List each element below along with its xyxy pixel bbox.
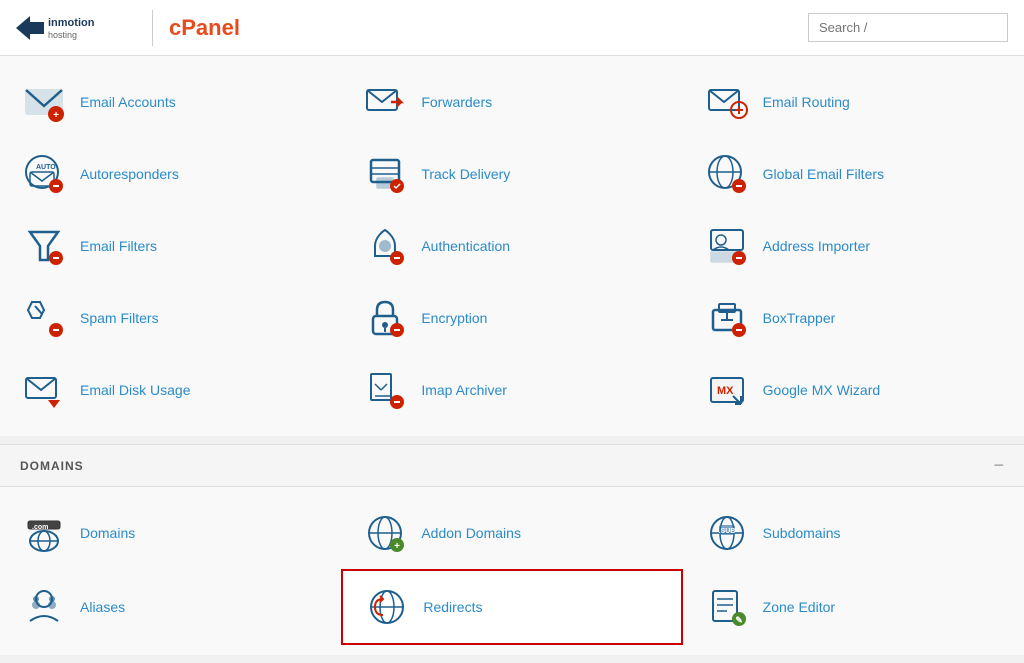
- authentication-icon: [361, 222, 409, 270]
- autoresponders-icon: AUTO: [20, 150, 68, 198]
- email-filters-icon: [20, 222, 68, 270]
- logo-area: inmotion hosting cPanel: [16, 10, 240, 46]
- svg-text:.SUB: .SUB: [718, 528, 735, 535]
- subdomains-item[interactable]: .SUB Subdomains: [683, 497, 1024, 569]
- svg-text:hosting: hosting: [48, 30, 77, 40]
- domains-icon: .com: [20, 509, 68, 557]
- forwarders-label: Forwarders: [421, 94, 492, 110]
- redirects-item[interactable]: Redirects: [341, 569, 682, 645]
- global-email-filters-icon: [703, 150, 751, 198]
- track-delivery-icon: [361, 150, 409, 198]
- encryption-item[interactable]: Encryption: [341, 282, 682, 354]
- address-importer-icon: [703, 222, 751, 270]
- zone-editor-label: Zone Editor: [763, 599, 835, 615]
- svg-text:AUTO: AUTO: [36, 164, 56, 171]
- svg-text:inmotion: inmotion: [48, 17, 95, 29]
- email-accounts-item[interactable]: + Email Accounts: [0, 66, 341, 138]
- imap-archiver-label: Imap Archiver: [421, 382, 507, 398]
- svg-text:+: +: [53, 110, 59, 121]
- redirects-label: Redirects: [423, 599, 482, 615]
- top-bar: inmotion hosting cPanel: [0, 0, 1024, 56]
- svg-text:.com: .com: [32, 524, 48, 531]
- spam-filters-item[interactable]: Spam Filters: [0, 282, 341, 354]
- zone-editor-item[interactable]: ✎ Zone Editor: [683, 569, 1024, 645]
- svg-text:+: +: [394, 541, 400, 552]
- redirects-icon: [363, 583, 411, 631]
- global-email-filters-item[interactable]: Global Email Filters: [683, 138, 1024, 210]
- address-importer-label: Address Importer: [763, 238, 870, 254]
- track-delivery-label: Track Delivery: [421, 166, 510, 182]
- autoresponders-item[interactable]: AUTO Autoresponders: [0, 138, 341, 210]
- email-accounts-label: Email Accounts: [80, 94, 176, 110]
- email-routing-item[interactable]: Email Routing: [683, 66, 1024, 138]
- google-mx-wizard-item[interactable]: MX Google MX Wizard: [683, 354, 1024, 426]
- subdomains-label: Subdomains: [763, 525, 841, 541]
- inmotion-logo: inmotion hosting: [16, 10, 153, 46]
- boxtrapper-label: BoxTrapper: [763, 310, 836, 326]
- google-mx-wizard-icon: MX: [703, 366, 751, 414]
- boxtrapper-item[interactable]: BoxTrapper: [683, 282, 1024, 354]
- domains-section-title: DOMAINS: [20, 459, 84, 473]
- zone-editor-icon: ✎: [703, 583, 751, 631]
- email-disk-usage-icon: [20, 366, 68, 414]
- search-input[interactable]: [808, 13, 1008, 42]
- inmotion-logo-svg: inmotion hosting: [16, 10, 136, 46]
- forwarders-icon: [361, 78, 409, 126]
- cpanel-logo: cPanel: [153, 15, 240, 41]
- boxtrapper-icon: [703, 294, 751, 342]
- encryption-icon: [361, 294, 409, 342]
- aliases-icon: [20, 583, 68, 631]
- global-email-filters-label: Global Email Filters: [763, 166, 884, 182]
- spam-filters-icon: [20, 294, 68, 342]
- email-accounts-icon: +: [20, 78, 68, 126]
- email-disk-usage-item[interactable]: Email Disk Usage: [0, 354, 341, 426]
- forwarders-item[interactable]: Forwarders: [341, 66, 682, 138]
- authentication-item[interactable]: Authentication: [341, 210, 682, 282]
- search-area[interactable]: [808, 13, 1008, 42]
- encryption-label: Encryption: [421, 310, 487, 326]
- domains-collapse-button[interactable]: −: [993, 455, 1004, 476]
- aliases-item[interactable]: Aliases: [0, 569, 341, 645]
- svg-text:✎: ✎: [735, 615, 743, 625]
- email-filters-item[interactable]: Email Filters: [0, 210, 341, 282]
- email-items-grid: + Email Accounts Forwarders: [0, 56, 1024, 436]
- main-content: + Email Accounts Forwarders: [0, 56, 1024, 655]
- domains-label: Domains: [80, 525, 135, 541]
- address-importer-item[interactable]: Address Importer: [683, 210, 1024, 282]
- domains-section-header: DOMAINS −: [0, 444, 1024, 487]
- svg-text:MX: MX: [717, 385, 734, 397]
- spam-filters-label: Spam Filters: [80, 310, 159, 326]
- email-section: + Email Accounts Forwarders: [0, 56, 1024, 436]
- cpanel-text: cPanel: [169, 15, 240, 40]
- imap-archiver-item[interactable]: Imap Archiver: [341, 354, 682, 426]
- google-mx-wizard-label: Google MX Wizard: [763, 382, 880, 398]
- track-delivery-item[interactable]: Track Delivery: [341, 138, 682, 210]
- email-routing-label: Email Routing: [763, 94, 850, 110]
- domains-item[interactable]: .com Domains: [0, 497, 341, 569]
- email-disk-usage-label: Email Disk Usage: [80, 382, 190, 398]
- domains-section: DOMAINS − .com Domains: [0, 444, 1024, 655]
- authentication-label: Authentication: [421, 238, 510, 254]
- subdomains-icon: .SUB: [703, 509, 751, 557]
- domains-items-grid: .com Domains +: [0, 487, 1024, 655]
- addon-domains-icon: +: [361, 509, 409, 557]
- email-routing-icon: [703, 78, 751, 126]
- addon-domains-label: Addon Domains: [421, 525, 521, 541]
- addon-domains-item[interactable]: + Addon Domains: [341, 497, 682, 569]
- email-filters-label: Email Filters: [80, 238, 157, 254]
- imap-archiver-icon: [361, 366, 409, 414]
- aliases-label: Aliases: [80, 599, 125, 615]
- autoresponders-label: Autoresponders: [80, 166, 179, 182]
